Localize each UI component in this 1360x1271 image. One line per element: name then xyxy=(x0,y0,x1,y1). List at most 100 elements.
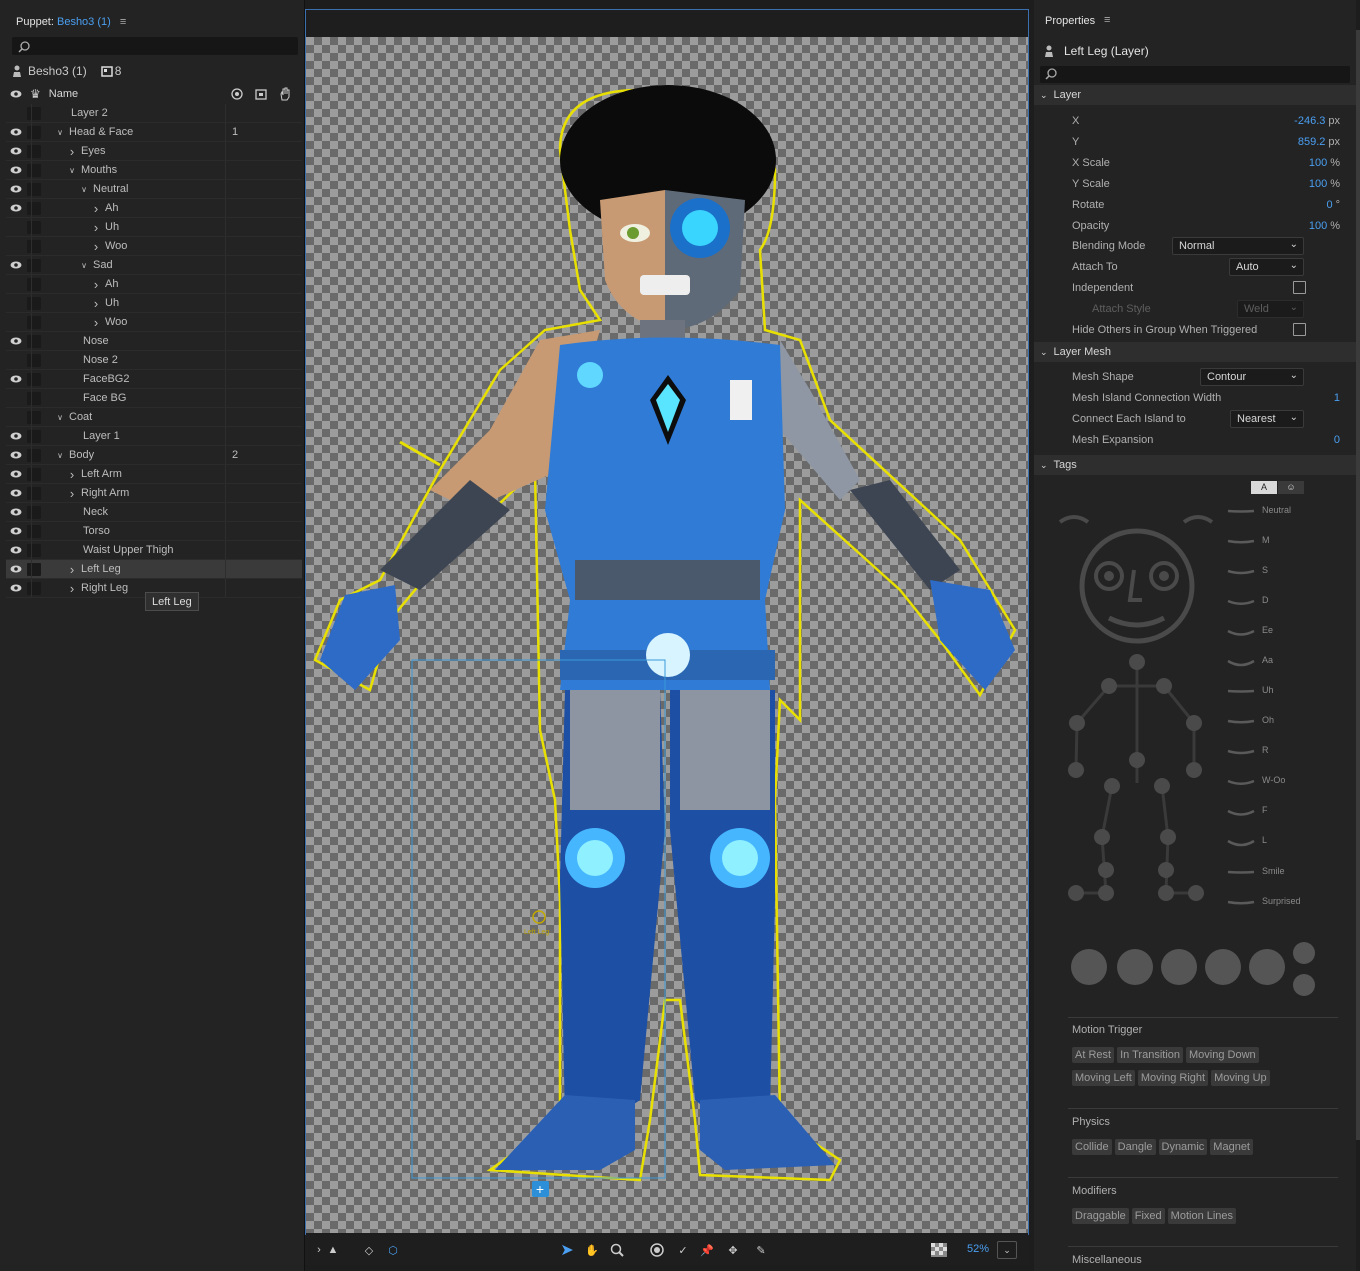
zoom-dropdown-icon[interactable]: ⌄ xyxy=(997,1241,1017,1259)
crown-icon[interactable]: ♛ xyxy=(30,87,41,101)
lock-toggle[interactable] xyxy=(27,182,41,196)
tree-row[interactable]: › Left Leg xyxy=(6,560,302,579)
tree-row[interactable]: Nose 2 xyxy=(6,351,302,370)
tree-row[interactable]: ∨ Neutral xyxy=(6,180,302,199)
tag-chip[interactable]: Motion Lines xyxy=(1167,1208,1237,1224)
chevron-down-icon[interactable]: ∨ xyxy=(54,413,66,422)
eye-icon[interactable] xyxy=(6,579,25,598)
lock-toggle[interactable] xyxy=(27,201,41,215)
lock-toggle[interactable] xyxy=(27,334,41,348)
tag-chip[interactable]: Draggable xyxy=(1072,1208,1129,1224)
independent-icon[interactable] xyxy=(255,88,267,100)
eye-icon[interactable] xyxy=(6,446,25,465)
body-tags-figure[interactable] xyxy=(1054,500,1234,920)
blending-mode-select[interactable]: Normal ⌄ xyxy=(1172,237,1304,255)
tree-row[interactable]: Layer 2 xyxy=(6,104,302,123)
chevron-right-icon[interactable]: › xyxy=(90,239,102,254)
tree-row[interactable]: Layer 1 xyxy=(6,427,302,446)
tag-chip[interactable]: Magnet xyxy=(1210,1139,1253,1155)
pin-tool-icon[interactable]: 📌 xyxy=(697,1241,717,1259)
select-tool-icon[interactable]: ➤ xyxy=(557,1241,577,1259)
property-number[interactable]: 100 xyxy=(1309,157,1327,169)
lock-toggle[interactable] xyxy=(27,448,41,462)
tree-row[interactable]: ∨ Mouths xyxy=(6,161,302,180)
chevron-right-icon[interactable]: › xyxy=(66,144,78,159)
add-handle-button[interactable] xyxy=(532,1181,549,1197)
puppet-name-link[interactable]: Besho3 (1) xyxy=(57,16,111,28)
lock-toggle[interactable] xyxy=(27,543,41,557)
tag-chip[interactable]: Moving Left xyxy=(1072,1070,1135,1086)
mouth-shape-icon[interactable] xyxy=(1226,627,1256,639)
mouth-shape-icon[interactable] xyxy=(1226,898,1256,910)
chevron-down-icon[interactable]: ∨ xyxy=(54,451,66,460)
eye-icon[interactable] xyxy=(6,199,25,218)
property-value[interactable]: 100% xyxy=(1309,178,1340,190)
eye-icon[interactable] xyxy=(6,180,25,199)
chevron-down-icon[interactable]: ∨ xyxy=(78,261,90,270)
eye-icon[interactable] xyxy=(6,142,25,161)
lock-toggle[interactable] xyxy=(27,258,41,272)
mouth-tag-label[interactable]: Ee xyxy=(1262,625,1273,635)
chevron-right-icon[interactable]: › xyxy=(90,220,102,235)
lock-toggle[interactable] xyxy=(27,106,41,120)
origin-tool-icon[interactable] xyxy=(647,1241,667,1259)
tree-row[interactable]: ∨ Body 2 xyxy=(6,446,302,465)
lock-toggle[interactable] xyxy=(27,372,41,386)
chevron-right-icon[interactable]: › xyxy=(66,486,78,501)
warning-icon[interactable]: ▲ xyxy=(323,1241,343,1259)
tag-chip[interactable]: Dangle xyxy=(1114,1139,1156,1155)
tree-row[interactable]: Face BG xyxy=(6,389,302,408)
mouth-shape-icon[interactable] xyxy=(1226,597,1256,609)
mouth-shape-icon[interactable] xyxy=(1226,567,1256,579)
island-width-value[interactable]: 1 xyxy=(1334,392,1340,404)
mouth-tag-label[interactable]: F xyxy=(1262,805,1268,815)
lock-toggle[interactable] xyxy=(27,315,41,329)
chevron-right-icon[interactable]: › xyxy=(90,315,102,330)
eye-icon[interactable] xyxy=(6,484,25,503)
property-value[interactable]: -246.3 px xyxy=(1294,115,1340,127)
hamburger-icon[interactable]: ≡ xyxy=(120,16,126,28)
properties-scrollbar[interactable] xyxy=(1356,30,1360,1140)
expansion-value[interactable]: 0 xyxy=(1334,434,1340,446)
section-layer-mesh[interactable]: ⌄ Layer Mesh xyxy=(1034,342,1356,362)
chevron-down-icon[interactable]: ∨ xyxy=(66,166,78,175)
tree-row[interactable]: ∨ Sad xyxy=(6,256,302,275)
chevron-right-icon[interactable]: › xyxy=(90,201,102,216)
lock-toggle[interactable] xyxy=(27,391,41,405)
property-value[interactable]: 859.2 px xyxy=(1298,136,1340,148)
mouth-tag-label[interactable]: W-Oo xyxy=(1262,775,1285,785)
mouth-tag-label[interactable]: Surprised xyxy=(1262,896,1301,906)
eye-icon[interactable] xyxy=(6,370,25,389)
mouth-shape-icon[interactable] xyxy=(1226,777,1256,789)
lock-toggle[interactable] xyxy=(27,562,41,576)
property-number[interactable]: 0 xyxy=(1326,199,1332,211)
chevron-down-icon[interactable]: ∨ xyxy=(54,128,66,137)
tree-row[interactable]: ∨ Head & Face 1 xyxy=(6,123,302,142)
eye-icon[interactable] xyxy=(6,123,25,142)
chevron-down-icon[interactable]: ∨ xyxy=(78,185,90,194)
mouth-shape-icon[interactable] xyxy=(1226,507,1256,519)
move-tool-icon[interactable]: ✥ xyxy=(723,1241,743,1259)
tree-row[interactable]: ∨ Coat xyxy=(6,408,302,427)
tree-row[interactable]: Neck xyxy=(6,503,302,522)
section-tags[interactable]: ⌄ Tags xyxy=(1034,455,1356,475)
mouth-shape-icon[interactable] xyxy=(1226,807,1256,819)
tree-row[interactable]: › Uh xyxy=(6,294,302,313)
lock-toggle[interactable] xyxy=(27,125,41,139)
tag-tab-face-icon[interactable]: ☺ xyxy=(1278,481,1304,494)
chevron-right-icon[interactable]: › xyxy=(66,581,78,596)
eye-icon[interactable] xyxy=(6,560,25,579)
mouth-shape-icon[interactable] xyxy=(1226,837,1256,849)
mouth-shape-icon[interactable] xyxy=(1226,868,1256,880)
chevron-right-icon[interactable]: › xyxy=(66,467,78,482)
independent-checkbox[interactable] xyxy=(1293,281,1306,294)
mouth-tag-label[interactable]: Oh xyxy=(1262,715,1274,725)
scene-canvas[interactable]: + Left Leg xyxy=(306,37,1028,1233)
eye-icon[interactable] xyxy=(6,294,25,313)
lock-toggle[interactable] xyxy=(27,429,41,443)
hand-icon[interactable] xyxy=(279,87,291,101)
lock-toggle[interactable] xyxy=(27,353,41,367)
property-number[interactable]: -246.3 xyxy=(1294,115,1325,127)
tag-chip[interactable]: In Transition xyxy=(1117,1047,1183,1063)
hide-others-checkbox[interactable] xyxy=(1293,323,1306,336)
